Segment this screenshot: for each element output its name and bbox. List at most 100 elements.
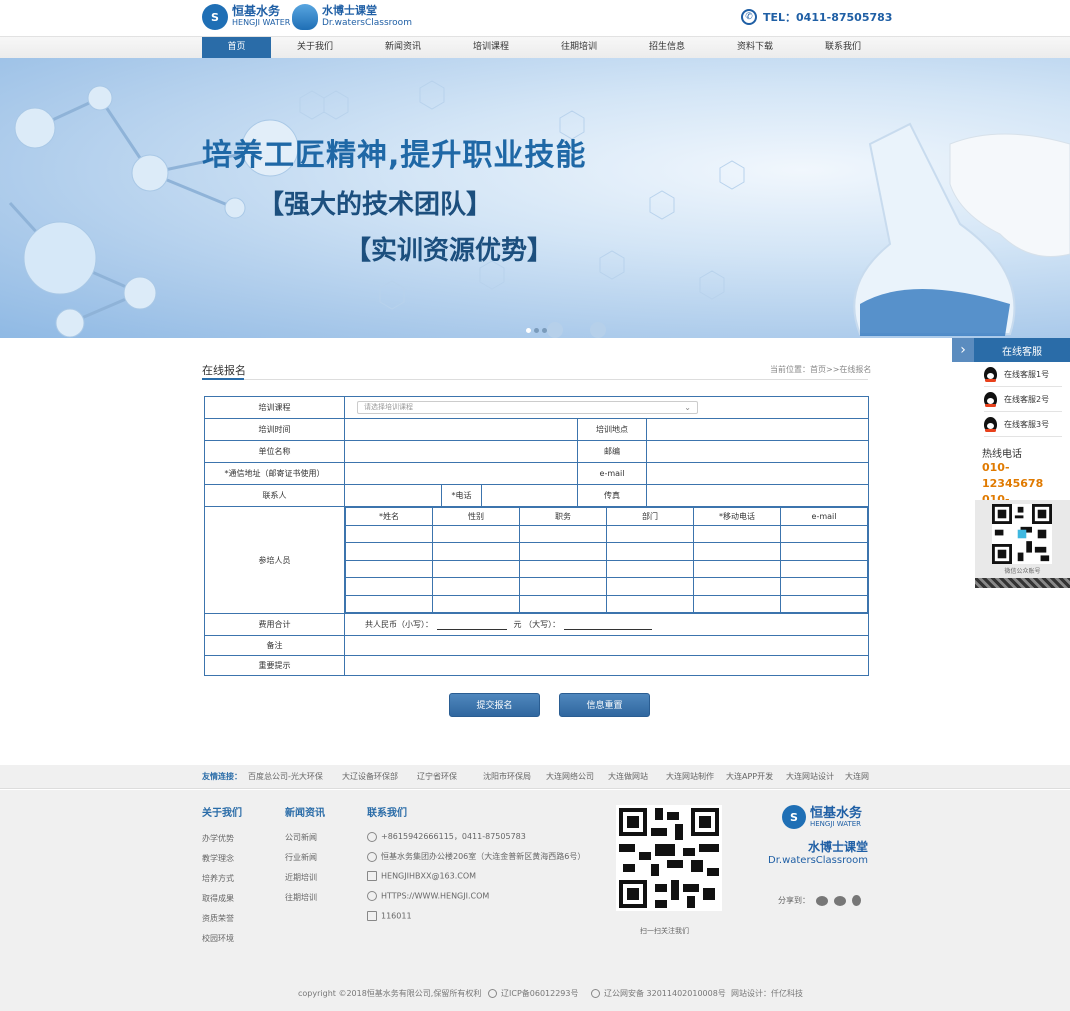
friend-link[interactable]: 大连APP开发 <box>726 771 773 782</box>
cell-input[interactable] <box>693 524 781 543</box>
cell-input[interactable] <box>779 524 869 543</box>
place-input[interactable] <box>645 418 870 441</box>
fax-input[interactable] <box>645 484 870 507</box>
police-record[interactable]: 辽公网安备 32011402010008号 <box>591 988 726 999</box>
friend-link[interactable]: 大连做网站 <box>608 771 648 782</box>
fee-lower-input[interactable] <box>437 620 507 630</box>
contact-label: 联系人 <box>204 484 345 507</box>
footer-news-link[interactable]: 近期培训 <box>285 872 317 883</box>
footer-news-link[interactable]: 往期培训 <box>285 892 317 903</box>
banner-dot-2[interactable] <box>534 328 539 333</box>
footer-about-link[interactable]: 取得成果 <box>202 893 234 904</box>
icp-record[interactable]: 辽ICP备06012293号 <box>488 988 579 999</box>
friend-link[interactable]: 大连网络公司 <box>546 771 594 782</box>
cell-input[interactable] <box>345 524 433 543</box>
service-item-1[interactable]: 在线客服1号 <box>984 362 1062 387</box>
cell-input[interactable] <box>606 577 694 596</box>
location-icon <box>367 851 377 862</box>
footer-news-title[interactable]: 新闻资讯 <box>285 804 325 819</box>
footer-about-title[interactable]: 关于我们 <box>202 804 242 819</box>
reset-button[interactable]: 信息重置 <box>559 693 650 717</box>
nav-downloads[interactable]: 资料下载 <box>711 37 799 58</box>
zip-input[interactable] <box>645 440 870 463</box>
cell-input[interactable] <box>432 542 520 561</box>
friend-link[interactable]: 沈阳市环保局 <box>483 771 531 782</box>
cell-input[interactable] <box>432 594 520 613</box>
cell-input[interactable] <box>519 542 607 561</box>
cell-input[interactable] <box>779 542 869 561</box>
cell-input[interactable] <box>693 594 781 613</box>
cell-input[interactable] <box>693 542 781 561</box>
col-gender: 性别 <box>432 507 520 526</box>
registration-form: 培训课程 请选择培训课程 ⌄ 培训时间 培训地点 单位名称 邮编 *通信地址（邮… <box>204 396 870 676</box>
chevron-right-icon[interactable]: › <box>952 338 974 362</box>
time-input[interactable] <box>344 418 578 441</box>
unit-input[interactable] <box>344 440 578 463</box>
cell-input[interactable] <box>779 594 869 613</box>
nav-contact[interactable]: 联系我们 <box>799 37 887 58</box>
cell-input[interactable] <box>345 542 433 561</box>
footer-about-link[interactable]: 教学理念 <box>202 853 234 864</box>
weibo-icon[interactable] <box>816 895 828 906</box>
friend-link[interactable]: 大连网 <box>845 771 869 782</box>
footer-news-link[interactable]: 行业新闻 <box>285 852 317 863</box>
cell-input[interactable] <box>606 524 694 543</box>
address-input[interactable] <box>344 462 578 485</box>
service-item-label: 在线客服3号 <box>1004 419 1050 429</box>
qq-icon[interactable] <box>852 895 861 906</box>
cell-input[interactable] <box>779 577 869 596</box>
cell-input[interactable] <box>519 524 607 543</box>
cell-input[interactable] <box>693 577 781 596</box>
friend-link[interactable]: 辽宁省环保 <box>417 771 457 782</box>
remark-input[interactable] <box>343 635 870 656</box>
phone-input[interactable] <box>481 484 578 507</box>
col-position: 职务 <box>519 507 607 526</box>
footer-about-link[interactable]: 资质荣誉 <box>202 913 234 924</box>
friend-link[interactable]: 大辽设备环保部 <box>342 771 398 782</box>
footer-contact-title[interactable]: 联系我们 <box>367 804 407 819</box>
drwater-logo[interactable]: 水博士课堂 Dr.watersClassroom <box>292 4 412 30</box>
cell-input[interactable] <box>779 559 869 578</box>
cell-input[interactable] <box>519 559 607 578</box>
site-design-credit: 网站设计：仟亿科技 <box>731 989 803 998</box>
cell-input[interactable] <box>345 577 433 596</box>
cell-input[interactable] <box>519 577 607 596</box>
footer-news-link[interactable]: 公司新闻 <box>285 832 317 843</box>
email-input[interactable] <box>645 462 870 485</box>
footer-about-link[interactable]: 培养方式 <box>202 873 234 884</box>
friend-link[interactable]: 大连网站设计 <box>786 771 834 782</box>
course-select[interactable]: 请选择培训课程 ⌄ <box>357 401 698 414</box>
nav-about[interactable]: 关于我们 <box>271 37 359 58</box>
cell-input[interactable] <box>606 542 694 561</box>
submit-button[interactable]: 提交报名 <box>449 693 540 717</box>
service-item-2[interactable]: 在线客服2号 <box>984 387 1062 412</box>
nav-home[interactable]: 首页 <box>202 37 271 58</box>
cell-input[interactable] <box>432 577 520 596</box>
cell-input[interactable] <box>519 594 607 613</box>
contact-input[interactable] <box>344 484 442 507</box>
nav-past-training[interactable]: 往期培训 <box>535 37 623 58</box>
cell-input[interactable] <box>606 559 694 578</box>
footer-about-link[interactable]: 校园环境 <box>202 933 234 944</box>
icp-text: 辽ICP备06012293号 <box>501 989 579 998</box>
cell-input[interactable] <box>345 594 433 613</box>
footer-about-link[interactable]: 办学优势 <box>202 833 234 844</box>
banner-dot-3[interactable] <box>542 328 547 333</box>
nav-enrollment[interactable]: 招生信息 <box>623 37 711 58</box>
friend-link[interactable]: 大连网站制作 <box>666 771 714 782</box>
cell-input[interactable] <box>606 594 694 613</box>
fee-upper-input[interactable] <box>564 620 653 630</box>
friend-link[interactable]: 百度总公司-光大环保 <box>248 771 323 782</box>
cell-input[interactable] <box>345 559 433 578</box>
service-item-3[interactable]: 在线客服3号 <box>984 412 1062 437</box>
cell-input[interactable] <box>693 559 781 578</box>
hengji-logo[interactable]: S 恒基水务 HENGJI WATER <box>202 4 290 30</box>
nav-news[interactable]: 新闻资讯 <box>359 37 447 58</box>
footer-contact-website[interactable]: HTTPS://WWW.HENGJI.COM <box>367 891 489 901</box>
footer-contact-email[interactable]: HENGJIHBXX@163.COM <box>367 871 476 881</box>
wechat-icon[interactable] <box>834 895 846 906</box>
cell-input[interactable] <box>432 559 520 578</box>
cell-input[interactable] <box>432 524 520 543</box>
banner-dot-1[interactable] <box>526 328 531 333</box>
nav-courses[interactable]: 培训课程 <box>447 37 535 58</box>
